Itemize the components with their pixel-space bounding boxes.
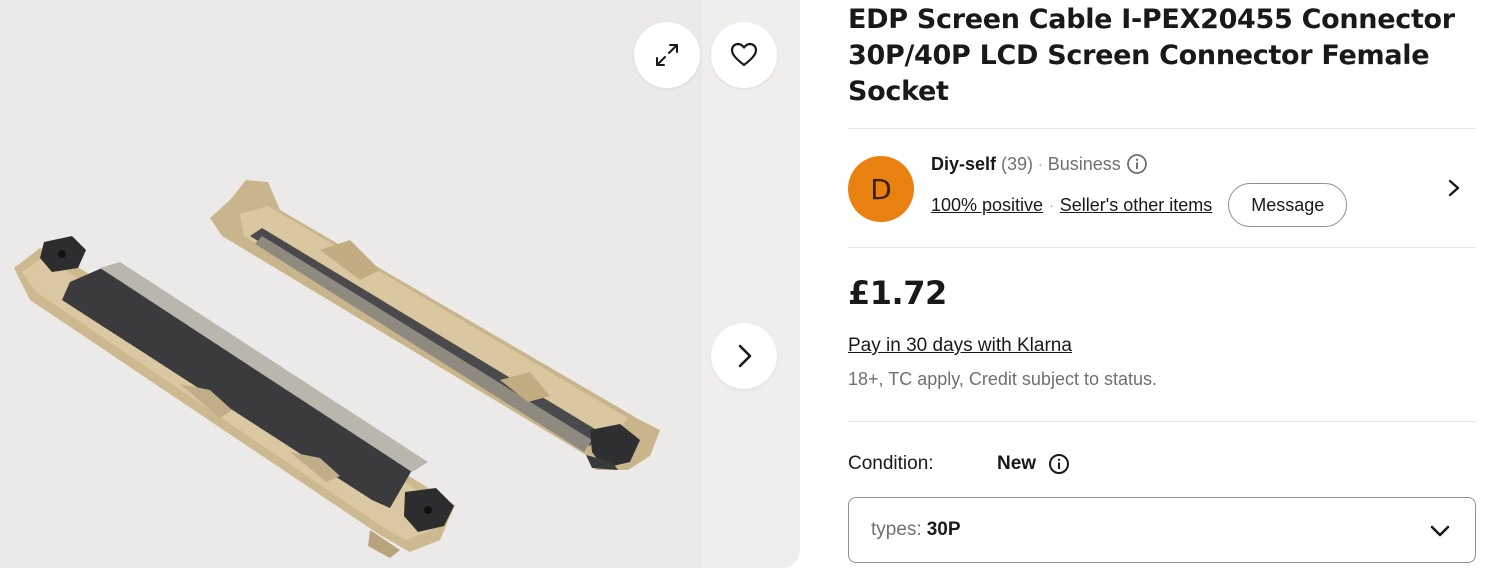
- seller-other-items-link[interactable]: Seller's other items: [1060, 195, 1213, 216]
- positive-feedback-link[interactable]: 100% positive: [931, 195, 1043, 216]
- seller-links: 100% positive · Seller's other items Mes…: [931, 183, 1348, 227]
- heart-icon: [730, 42, 758, 67]
- info-icon[interactable]: [1048, 453, 1070, 475]
- seller-feedback-count: (39): [1001, 153, 1034, 174]
- seller-name[interactable]: Diy-self: [931, 154, 996, 175]
- seller-avatar[interactable]: D: [848, 156, 914, 222]
- expand-button[interactable]: [634, 22, 700, 88]
- chevron-right-icon: [738, 344, 752, 368]
- separator-dot: ·: [1038, 156, 1043, 173]
- next-image-button[interactable]: [711, 323, 777, 389]
- seller-card[interactable]: D Diy-self (39) · Business 100% positive…: [848, 129, 1476, 247]
- listing-title: EDP Screen Cable I-PEX20455 Connector 30…: [848, 4, 1455, 107]
- klarna-link[interactable]: Pay in 30 days with Klarna: [848, 335, 1072, 357]
- chevron-down-icon: [1430, 525, 1450, 537]
- price: £1.72: [848, 274, 947, 312]
- listing-details: EDP Screen Cable I-PEX20455 Connector 30…: [848, 0, 1476, 498]
- condition-row: Condition: New: [848, 422, 1476, 498]
- info-icon[interactable]: [1126, 153, 1148, 175]
- condition-value: New: [997, 453, 1037, 474]
- variation-label: types:: [871, 519, 922, 540]
- seller-info: Diy-self (39) · Business: [931, 153, 1148, 175]
- expand-arrows-icon: [656, 44, 678, 66]
- image-gallery: [0, 0, 800, 568]
- product-image: [14, 180, 660, 558]
- price-section: £1.72 Pay in 30 days with Klarna 18+, TC…: [848, 248, 1476, 421]
- variation-select[interactable]: types: 30P: [848, 497, 1476, 563]
- klarna-note: 18+, TC apply, Credit subject to status.: [848, 369, 1157, 389]
- favorite-button[interactable]: [711, 22, 777, 88]
- chevron-right-icon[interactable]: [1444, 173, 1466, 203]
- condition-value-group: New: [997, 453, 1070, 475]
- message-button[interactable]: Message: [1228, 183, 1348, 227]
- variation-value: 30P: [926, 519, 961, 540]
- seller-type: Business: [1047, 153, 1121, 174]
- separator-dot: ·: [1049, 197, 1054, 213]
- product-photo[interactable]: [0, 0, 702, 568]
- condition-label: Condition:: [848, 453, 934, 474]
